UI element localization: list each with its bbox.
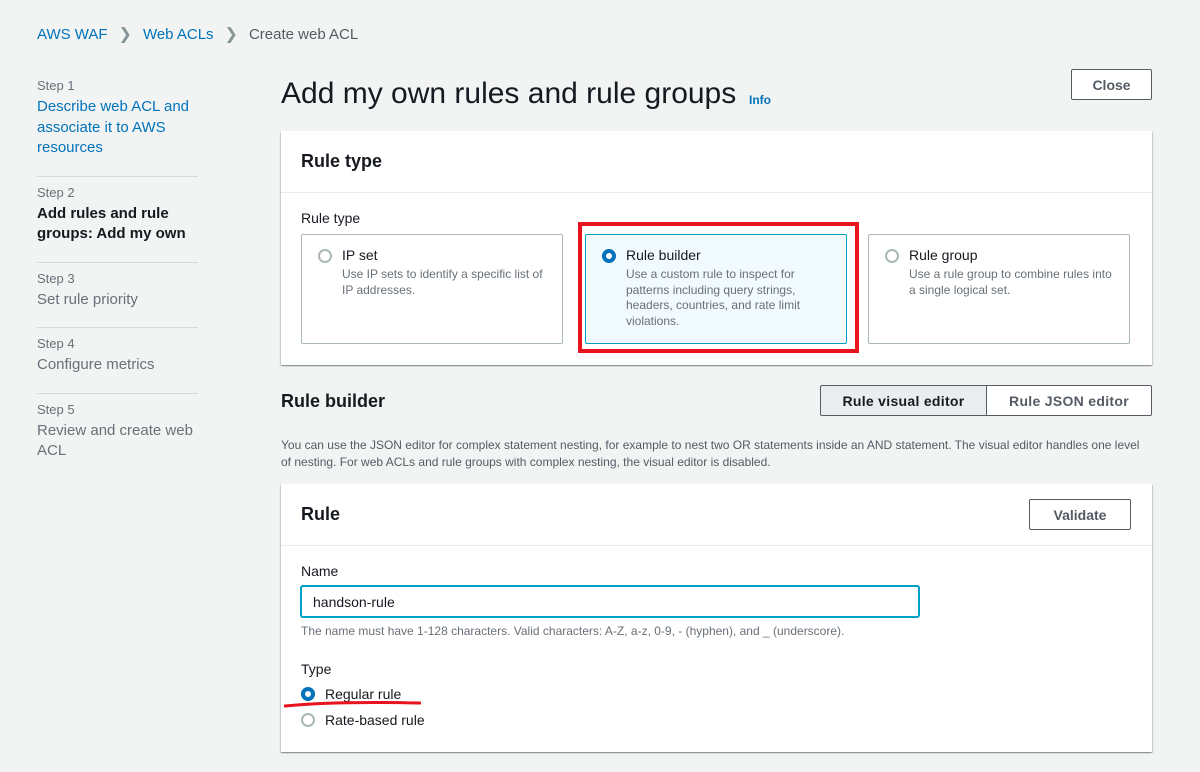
rate-based-rule-option[interactable]: Rate-based rule bbox=[301, 712, 425, 728]
rule-json-editor-button[interactable]: Rule JSON editor bbox=[987, 385, 1152, 416]
tile-description: Use a rule group to combine rules into a… bbox=[909, 267, 1112, 297]
rule-visual-editor-button[interactable]: Rule visual editor bbox=[820, 385, 987, 416]
regular-rule-radio[interactable] bbox=[301, 687, 315, 701]
step-number: Step 5 bbox=[37, 401, 75, 417]
name-label: Name bbox=[301, 563, 339, 579]
rule-type-label: Rule type bbox=[301, 210, 361, 226]
step-number: Step 4 bbox=[37, 336, 75, 351]
chevron-right-icon: ❯ bbox=[118, 26, 132, 43]
page-title: Add my own rules and rule groups bbox=[281, 77, 737, 110]
rule-panel-header: Rule bbox=[281, 484, 1152, 546]
step-title: Review and create web ACL bbox=[37, 421, 193, 460]
ip-set-radio[interactable] bbox=[318, 249, 332, 263]
step-current-title: Add rules and rule groups: Add my own bbox=[37, 204, 186, 243]
rate-based-rule-label: Rate-based rule bbox=[325, 712, 425, 728]
rule-group-radio[interactable] bbox=[885, 249, 899, 263]
editor-toggle: Rule visual editor Rule JSON editor bbox=[820, 385, 1152, 416]
wizard-step-1: Step 1 Describe web ACL and associate it… bbox=[37, 70, 198, 177]
breadcrumb-current: Create web ACL bbox=[248, 25, 359, 43]
step-title: Configure metrics bbox=[37, 356, 155, 373]
rule-type-panel-header: Rule type bbox=[281, 131, 1152, 193]
validate-button[interactable]: Validate bbox=[1029, 499, 1131, 530]
breadcrumb-web-acls[interactable]: Web ACLs bbox=[143, 26, 214, 43]
close-button[interactable]: Close bbox=[1071, 69, 1152, 100]
annotation-underline bbox=[284, 700, 421, 708]
step-title: Set rule priority bbox=[37, 290, 138, 308]
tile-description: Use IP sets to identify a specific list … bbox=[342, 267, 543, 297]
step-link[interactable]: Describe web ACL and associate it to AWS… bbox=[37, 97, 198, 159]
rule-builder-title: Rule builder bbox=[281, 391, 386, 411]
step-number: Step 3 bbox=[37, 270, 75, 286]
wizard-step-4: Step 4 Configure metrics bbox=[37, 328, 198, 394]
tile-rule-group[interactable]: Rule group Use a rule group to combine r… bbox=[868, 234, 1130, 344]
rate-based-rule-radio[interactable] bbox=[301, 713, 315, 727]
step-number: Step 2 bbox=[37, 184, 75, 200]
step-number: Step 1 bbox=[37, 78, 75, 93]
rule-panel: Rule Validate Name The name must have 1-… bbox=[281, 484, 1152, 752]
wizard-step-5: Step 5 Review and create web ACL bbox=[37, 394, 198, 479]
name-input[interactable] bbox=[301, 586, 919, 617]
tile-ip-set[interactable]: IP set Use IP sets to identify a specifi… bbox=[301, 234, 563, 344]
tile-title: Rule group bbox=[909, 247, 978, 263]
type-label: Type bbox=[301, 661, 332, 677]
tile-title: IP set bbox=[342, 247, 378, 263]
info-link[interactable]: Info bbox=[749, 93, 771, 107]
wizard-step-3: Step 3 Set rule priority bbox=[37, 263, 198, 328]
chevron-right-icon: ❯ bbox=[224, 26, 238, 43]
annotation-highlight-box bbox=[578, 222, 859, 353]
rule-builder-description: You can use the JSON editor for complex … bbox=[281, 438, 1140, 469]
name-hint: The name must have 1-128 characters. Val… bbox=[301, 624, 845, 638]
breadcrumb-aws-waf[interactable]: AWS WAF bbox=[37, 26, 108, 43]
breadcrumb: AWS WAF ❯ Web ACLs ❯ Create web ACL bbox=[37, 24, 358, 44]
wizard-steps: Step 1 Describe web ACL and associate it… bbox=[37, 70, 198, 479]
wizard-step-2: Step 2 Add rules and rule groups: Add my… bbox=[37, 177, 198, 263]
